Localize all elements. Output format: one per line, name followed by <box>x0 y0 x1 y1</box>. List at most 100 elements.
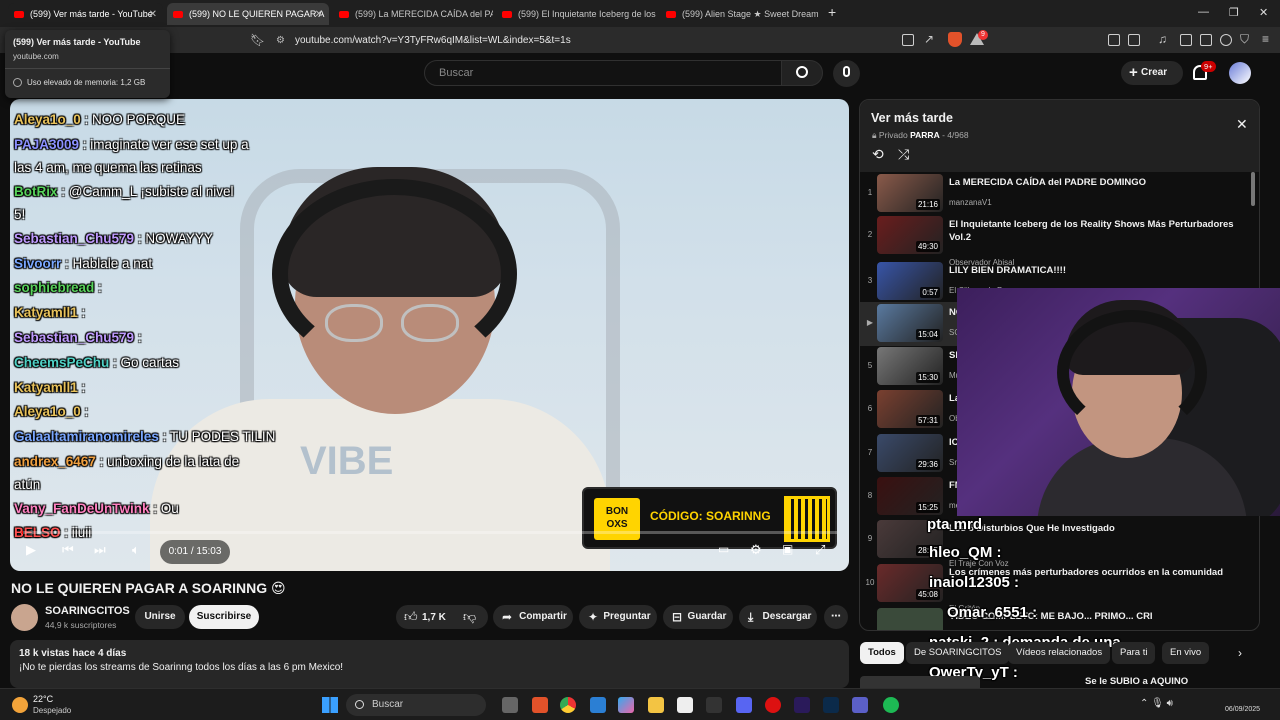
chip-todos[interactable]: Todos <box>860 642 904 664</box>
photoshop-icon[interactable] <box>823 697 839 713</box>
dislike-icon[interactable]: 👎︎ <box>463 609 476 625</box>
wallet-icon[interactable] <box>1200 34 1212 46</box>
opera-icon[interactable] <box>765 697 781 713</box>
search-input[interactable]: Buscar <box>424 60 782 86</box>
playlist-item-title: Los 5 Disturbios Que He Investigado <box>949 523 1115 534</box>
playlist-item[interactable]: VIDEO COMPLETO: ME BAJO... PRIMO... CRI <box>860 606 1255 630</box>
menu-icon[interactable]: ≡ <box>1262 32 1269 46</box>
download-button[interactable]: ⤓ Descargar <box>739 605 817 629</box>
playlist-item[interactable]: 2 49:30 El Inquietante Iceberg de los Real… <box>860 214 1255 267</box>
description-box[interactable]: 18 k vistas hace 4 días ¡No te pierdas l… <box>10 640 849 688</box>
close-tab-icon[interactable]: ✕ <box>149 9 157 20</box>
url-field[interactable]: ⚙︎ youtube.com/watch?v=Y3TyFRw6qIM&list=… <box>270 31 890 50</box>
discord-icon[interactable] <box>736 697 752 713</box>
search-button[interactable] <box>781 60 823 86</box>
description-text: ¡No te pierdas los streams de Soarinng t… <box>19 662 344 673</box>
shirt-print: VIBE <box>300 439 394 483</box>
close-tab-icon[interactable]: ✕ <box>315 9 323 20</box>
premiere-icon[interactable] <box>794 697 810 713</box>
chip-live[interactable]: En vivo <box>1162 642 1210 664</box>
progress-bar[interactable] <box>22 531 837 534</box>
playlist-item[interactable]: 1 21:16 La MERECIDA CAÍDA del PADRE DOMING… <box>860 172 1255 216</box>
download-icon[interactable] <box>1220 34 1232 46</box>
share-icon[interactable]: ↗ <box>924 32 934 46</box>
brave-browser-icon[interactable] <box>532 697 548 713</box>
playlist-title[interactable]: Ver más tarde <box>871 111 953 125</box>
playlist-item-thumbnail <box>877 608 943 630</box>
create-button[interactable]: + Crear <box>1121 61 1183 85</box>
close-panel-icon[interactable]: ✕ <box>1236 116 1248 133</box>
taskbar-search[interactable]: Buscar <box>346 694 486 716</box>
playlist-item[interactable]: 10 45:08 Los crímenes más perturbadores oc… <box>860 562 1255 613</box>
chip-for-you[interactable]: Para ti <box>1112 642 1156 664</box>
teams-icon[interactable] <box>852 697 868 713</box>
browser-tab[interactable]: (599) El Inquietante Iceberg de los Re <box>496 3 656 25</box>
app-icon[interactable] <box>706 697 722 713</box>
spotify-icon[interactable] <box>883 697 899 713</box>
subtitles-icon[interactable]: ▭ <box>718 542 729 556</box>
voice-search-button[interactable] <box>833 60 860 87</box>
playlist-item[interactable]: 9 28:45 Los 5 Disturbios Que He Investigad… <box>860 518 1255 568</box>
browser-tab[interactable]: (599) La MERECIDA CAÍDA del PADRE <box>333 3 493 25</box>
subscribe-button[interactable]: Suscribirse <box>189 605 259 629</box>
browser-tab[interactable]: (599) Alien Stage ★ Sweet Dream ☆ <box>660 3 818 25</box>
playlist-item-index: ▶ <box>866 318 874 327</box>
browser-tab-active[interactable]: (599) NO LE QUIEREN PAGAR A ✕ <box>167 3 329 25</box>
loop-icon[interactable]: ⟲ <box>872 146 884 163</box>
ask-button[interactable]: ✦ Preguntar <box>579 605 657 629</box>
youtube-favicon-icon <box>666 10 676 18</box>
chip-channel[interactable]: De SOARINGCITOS <box>906 642 1010 664</box>
chip-related[interactable]: Vídeos relacionados <box>1008 642 1111 664</box>
theater-mode-icon[interactable]: ▣ <box>782 542 793 556</box>
extensions-icon[interactable] <box>1108 34 1120 46</box>
notifications-badge: 9+ <box>1201 61 1216 72</box>
browser-tab[interactable]: (599) Ver más tarde - YouTube ✕ <box>8 3 163 25</box>
screen-cast-icon[interactable] <box>902 34 914 46</box>
more-actions-button[interactable]: ⋯ <box>824 605 848 629</box>
channel-name[interactable]: SOARINGCITOS <box>45 605 130 617</box>
system-tray-icons[interactable]: ⌃ 🎙︎ 🔊︎ <box>1140 698 1173 709</box>
minimize-icon[interactable]: — <box>1198 6 1209 18</box>
chrome-icon[interactable] <box>560 697 576 713</box>
channel-avatar[interactable] <box>11 604 38 631</box>
recommendation-title[interactable]: Se le SUBIO a AQUINO <box>1085 676 1188 687</box>
media-icon[interactable]: ♫ <box>1158 32 1167 46</box>
like-icon[interactable]: 👍︎ <box>404 609 418 625</box>
maximize-icon[interactable]: ❐ <box>1229 6 1239 19</box>
join-button[interactable]: Unirse <box>135 605 185 629</box>
save-button[interactable]: ⊟ Guardar <box>663 605 733 629</box>
file-explorer-icon[interactable] <box>648 697 664 713</box>
bookmark-icon[interactable]: 🔖︎ <box>250 33 265 47</box>
chat-message: Aleya1o_0 : <box>14 403 88 421</box>
task-view-icon[interactable] <box>502 697 518 713</box>
chevron-right-icon[interactable]: › <box>1238 646 1242 660</box>
new-tab-icon[interactable]: + <box>828 4 836 20</box>
view-count-date: 18 k vistas hace 4 días <box>19 648 127 659</box>
shuffle-icon[interactable]: ⤮ <box>898 146 909 163</box>
store-icon[interactable] <box>677 697 693 713</box>
share-button[interactable]: ➦ Compartir <box>493 605 573 629</box>
close-window-icon[interactable]: ✕ <box>1259 6 1268 19</box>
reading-list-icon[interactable] <box>1128 34 1140 46</box>
recommendation-thumb[interactable] <box>860 676 980 688</box>
next-icon[interactable]: ⏭ <box>94 542 106 558</box>
chat-username: Aleya1o_0 <box>14 112 81 127</box>
settings-gear-icon[interactable]: ⚙︎ <box>750 542 762 558</box>
volume-icon[interactable]: 🔈︎ <box>132 542 140 558</box>
chat-message: PAJA3009 : imaginate ver ese set up a <box>14 136 249 154</box>
previous-icon[interactable]: ⏮ <box>62 542 74 558</box>
avatar[interactable] <box>1229 62 1251 84</box>
site-info-icon[interactable]: ⚙︎ <box>276 31 285 50</box>
video-player[interactable]: VIBE Aleya1o_0 : NOO PORQUE PAJA3009 : im… <box>10 99 849 571</box>
vpn-icon[interactable]: ⛉ <box>1240 32 1249 47</box>
copilot-icon[interactable] <box>618 697 634 713</box>
playlist-scrollbar[interactable] <box>1251 172 1255 206</box>
vscode-icon[interactable] <box>590 697 606 713</box>
weather-icon[interactable] <box>12 697 28 713</box>
fullscreen-icon[interactable]: ⤢ <box>815 542 825 558</box>
sidebar-icon[interactable] <box>1180 34 1192 46</box>
windows-start-icon[interactable] <box>322 697 338 713</box>
brave-shield-icon[interactable] <box>948 32 962 47</box>
like-count[interactable]: 1,7 K <box>422 612 446 623</box>
play-icon[interactable]: ▶ <box>26 542 36 558</box>
